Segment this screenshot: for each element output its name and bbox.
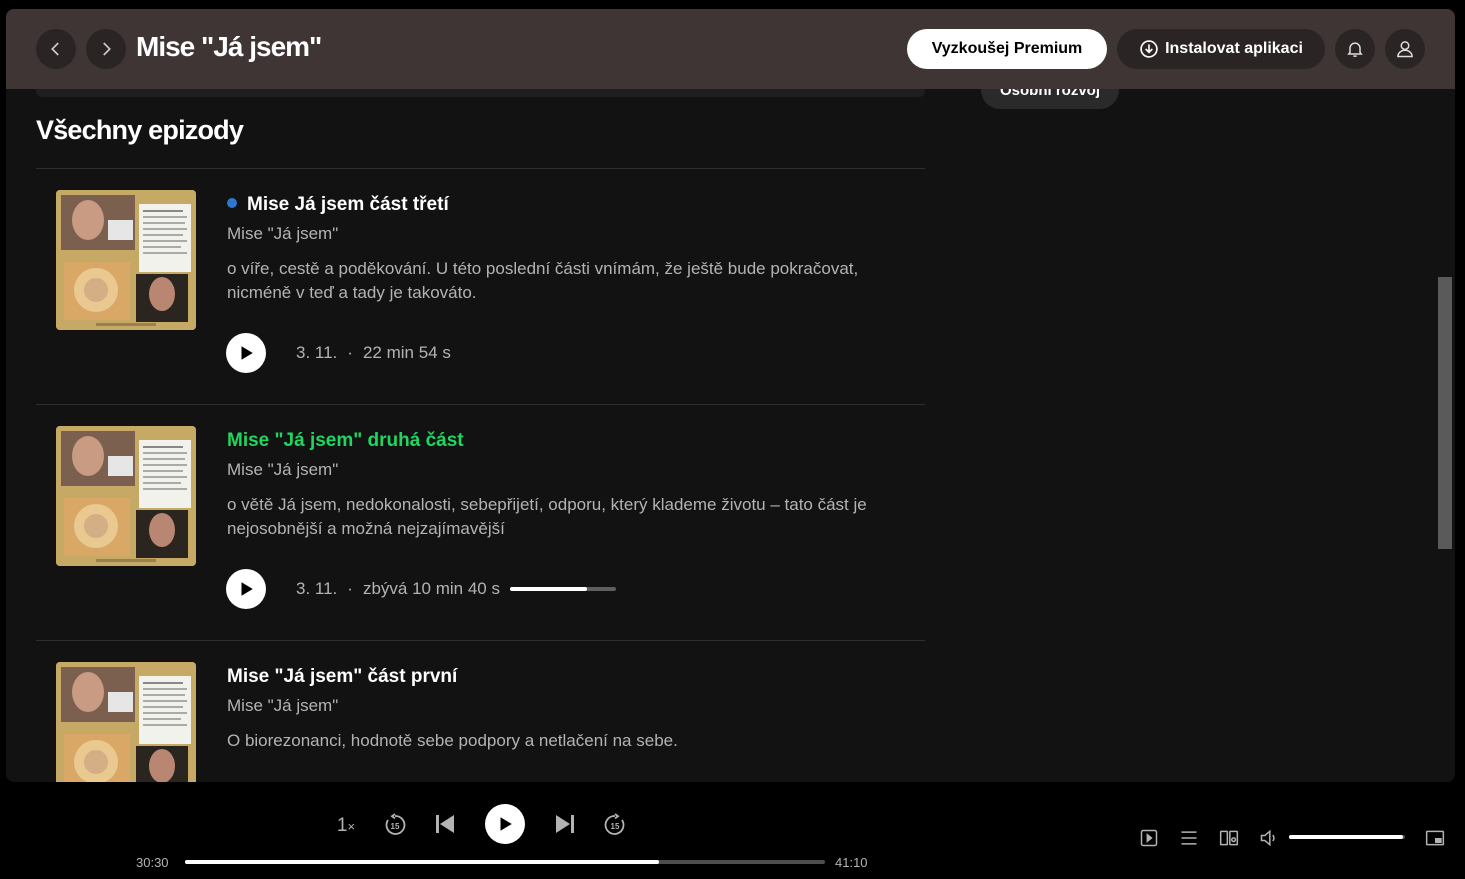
main-play-button[interactable] [485,804,525,844]
playback-progress-bar[interactable] [185,860,825,864]
episode-play-button[interactable] [226,333,266,373]
episode-progress-fill [509,587,588,591]
description-card-edge [36,89,925,97]
play-icon [500,817,512,831]
profile-button[interactable] [1385,29,1425,69]
unplayed-indicator [227,197,237,208]
volume-slider[interactable] [1289,835,1405,839]
playback-progress-fill [185,860,659,864]
skip-previous-icon [436,815,454,833]
mini-player-button[interactable] [1423,826,1447,850]
skip-forward-15-icon: 15 [604,813,625,835]
download-icon [1140,40,1158,58]
episode-play-button[interactable] [226,569,266,609]
queue-icon [1181,831,1197,845]
mute-button[interactable] [1257,826,1281,850]
episode-duration: 22 min 54 s [362,343,451,362]
now-playing-view-button[interactable] [1137,826,1161,850]
episode-thumbnail [56,662,196,782]
episode-meta: 3. 11. · 22 min 54 s [296,343,451,363]
try-premium-button[interactable]: Vyzkoušej Premium [907,29,1107,69]
volume-slider-fill [1289,835,1403,839]
page-title: Mise "Já jsem" [136,31,322,62]
connect-device-button[interactable] [1217,826,1241,850]
episode-item[interactable]: Mise "Já jsem" část první Mise "Já jsem"… [36,641,925,782]
notifications-button[interactable] [1335,29,1375,69]
episode-progress-bar [509,587,616,591]
episode-thumbnail [56,190,196,330]
episode-item[interactable]: Mise "Já jsem" druhá část Mise "Já jsem"… [36,405,925,641]
episode-description: o víře, cestě a poděkování. U této posle… [227,259,859,302]
mini-player-icon [1425,830,1445,846]
forward-button[interactable] [86,29,126,69]
episode-description: o větě Já jsem, nedokonalosti, sebepřije… [227,495,867,538]
meta-separator: · [347,579,353,598]
episode-show-name[interactable]: Mise "Já jsem" [227,224,338,244]
scrollbar-thumb[interactable] [1438,277,1452,549]
skip-next-icon [556,815,574,833]
now-playing-view-icon [1140,829,1158,847]
volume-icon [1260,829,1275,847]
install-app-label: Instalovat aplikaci [1165,40,1303,57]
player-bar [0,790,1465,879]
total-time: 41:10 [835,855,868,870]
meta-separator: · [347,343,353,362]
section-title: Všechny epizody [36,115,244,145]
skip-forward-seconds: 15 [611,822,620,831]
episode-title[interactable]: Mise "Já jsem" část první [227,666,457,688]
episode-artwork-image [56,662,196,782]
play-icon [241,582,253,596]
episode-title[interactable]: Mise "Já jsem" druhá část [227,430,464,452]
skip-back-seconds: 15 [391,822,400,831]
elapsed-time: 30:30 [136,855,169,870]
episode-title[interactable]: Mise Já jsem část třetí [227,194,449,216]
top-bar: Mise "Já jsem" Vyzkoušej Premium Instalo… [6,9,1455,89]
episode-artwork-image [56,190,196,330]
main-view: Osobní rozvoj Mise "Já jsem" Vyzkoušej P… [6,9,1455,782]
episode-item[interactable]: Mise Já jsem část třetí Mise "Já jsem" o… [36,169,925,405]
next-button[interactable] [553,812,577,836]
back-button[interactable] [36,29,76,69]
previous-button[interactable] [433,812,457,836]
episode-show-name[interactable]: Mise "Já jsem" [227,696,338,716]
chevron-right-icon [103,42,111,56]
install-app-button[interactable]: Instalovat aplikaci [1117,29,1325,69]
episode-meta: 3. 11. · zbývá 10 min 40 s [296,579,616,599]
episode-description: O biorezonanci, hodnotě sebe podpory a n… [227,731,678,750]
queue-button[interactable] [1177,826,1201,850]
playback-speed-suffix: × [347,818,356,834]
devices-icon [1219,830,1239,846]
episode-show-name[interactable]: Mise "Já jsem" [227,460,338,480]
episode-date: 3. 11. [296,343,338,362]
chevron-left-icon [51,42,59,56]
play-icon [241,346,253,360]
episode-remaining: zbývá 10 min 40 s [362,579,500,598]
playback-speed-value: 1 [336,815,348,836]
episode-thumbnail [56,426,196,566]
episode-date: 3. 11. [296,579,338,598]
skip-forward-15-button[interactable]: 15 [602,812,628,838]
user-icon [1397,41,1413,58]
skip-back-15-icon: 15 [385,813,406,835]
playback-speed-button[interactable]: 1 × [330,814,362,838]
episode-title-text: Mise Já jsem část třetí [247,194,449,215]
bell-icon [1347,42,1363,57]
skip-back-15-button[interactable]: 15 [382,812,408,838]
episode-artwork-image [56,426,196,566]
